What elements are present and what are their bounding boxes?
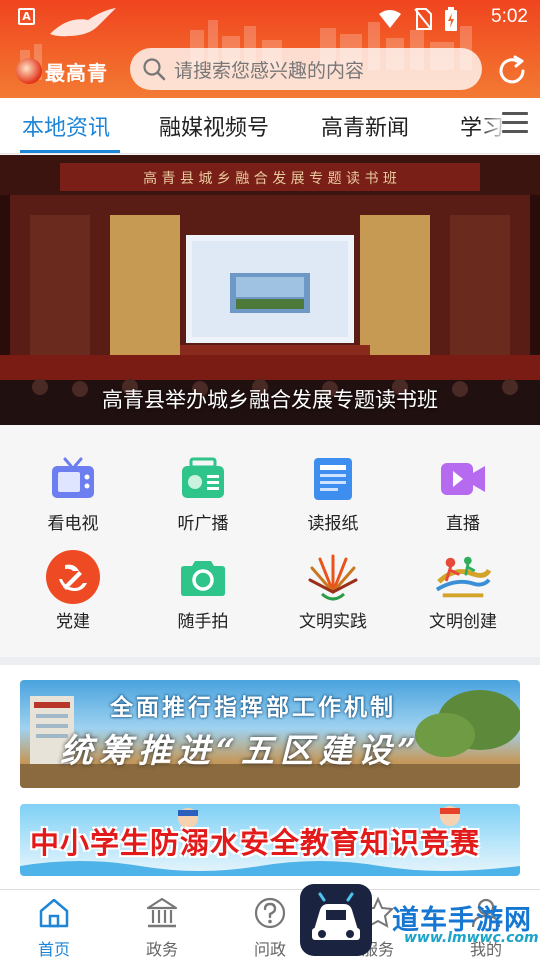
search-input[interactable]: 请搜索您感兴趣的内容	[130, 48, 482, 90]
grid-item-civilization-practice[interactable]: 文明实践	[273, 549, 393, 632]
tab-media-video[interactable]: 融媒视频号	[159, 110, 269, 142]
promo1-title: 全面推行指挥部工作机制	[110, 694, 396, 721]
battery-icon	[445, 7, 457, 31]
civilization-creation-logo	[435, 549, 491, 605]
search-placeholder: 请搜索您感兴趣的内容	[174, 59, 365, 82]
question-icon	[254, 897, 286, 929]
camera-icon	[175, 549, 231, 605]
tv-icon	[45, 451, 101, 507]
promo-banner-five-districts[interactable]: 全面推行指挥部工作机制 统筹推进“五区建设”	[20, 680, 520, 788]
no-sim-icon	[414, 8, 432, 30]
civilization-practice-logo	[305, 549, 361, 605]
grid-item-live[interactable]: 直播	[403, 451, 523, 534]
grid-label-live: 直播	[446, 514, 480, 534]
tab-gaoqing-news[interactable]: 高青新闻	[321, 110, 409, 142]
radio-icon	[175, 451, 231, 507]
grid-label-newspaper: 读报纸	[307, 514, 359, 534]
nav-label-government: 政务	[145, 940, 178, 959]
grid-label-party-building: 党建	[56, 612, 90, 632]
status-icons	[378, 7, 458, 31]
nav-label-inquiry: 问政	[253, 940, 286, 959]
grid-label-civilization-creation: 文明创建	[429, 612, 497, 632]
active-tab-indicator	[20, 150, 120, 153]
grid-item-civilization-creation[interactable]: 文明创建	[403, 549, 523, 632]
refresh-icon[interactable]	[496, 55, 528, 87]
grid-label-civilization-practice: 文明实践	[299, 612, 367, 632]
app-header: A 5:02 最高青 请搜索您感兴趣的内容	[0, 0, 540, 98]
live-camera-icon	[435, 451, 491, 507]
grid-label-radio: 听广播	[177, 514, 229, 534]
banner-backdrop-text: 高 青 县 城 乡 融 合 发 展 专 题 读 书 班	[143, 170, 397, 187]
newspaper-icon	[305, 451, 361, 507]
status-bar: A 5:02	[0, 0, 540, 37]
promo2-title: 中小学生防溺水安全教育知识竞赛	[30, 826, 481, 860]
grid-item-radio[interactable]: 听广播	[143, 451, 263, 534]
nav-home[interactable]: 首页	[14, 896, 94, 960]
logo-text: 最高青	[45, 60, 108, 85]
feature-grid: 看电视 听广播 读报纸 直播 党建 随手拍 文明实践 文明创建	[0, 425, 540, 657]
nav-government[interactable]: 政务	[122, 896, 202, 960]
watermark-logo	[300, 884, 372, 956]
notification-indicator: A	[18, 8, 35, 25]
tab-local-news[interactable]: 本地资讯	[22, 110, 110, 142]
grid-label-tv: 看电视	[47, 514, 99, 534]
promo1-subtitle: 统筹推进“五区建设”	[60, 731, 422, 770]
nav-inquiry[interactable]: 问政	[230, 896, 310, 960]
grid-item-newspaper[interactable]: 读报纸	[273, 451, 393, 534]
party-emblem-icon	[45, 549, 101, 605]
grid-item-tv[interactable]: 看电视	[13, 451, 133, 534]
logo-emblem-icon	[16, 58, 42, 84]
app-logo[interactable]: 最高青	[16, 56, 108, 86]
grid-item-snapshot[interactable]: 随手拍	[143, 549, 263, 632]
watermark-url: www.lmwwc.com	[404, 930, 539, 946]
menu-icon[interactable]	[502, 112, 530, 136]
government-building-icon	[146, 897, 178, 928]
nav-label-home: 首页	[37, 940, 70, 959]
home-icon	[39, 898, 69, 928]
bird-logo-icon	[50, 8, 116, 37]
grid-item-party-building[interactable]: 党建	[13, 549, 133, 632]
promo-banner-drowning-prevention[interactable]: 中小学生防溺水安全教育知识竞赛	[20, 804, 520, 876]
status-time: 5:02	[491, 6, 528, 27]
grid-label-snapshot: 随手拍	[177, 612, 229, 632]
banner-caption: 高青县举办城乡融合发展专题读书班	[102, 388, 438, 412]
search-icon	[143, 58, 166, 81]
category-tabs: 本地资讯 融媒视频号 高青新闻 学习	[0, 98, 540, 154]
wifi-icon	[379, 10, 401, 28]
